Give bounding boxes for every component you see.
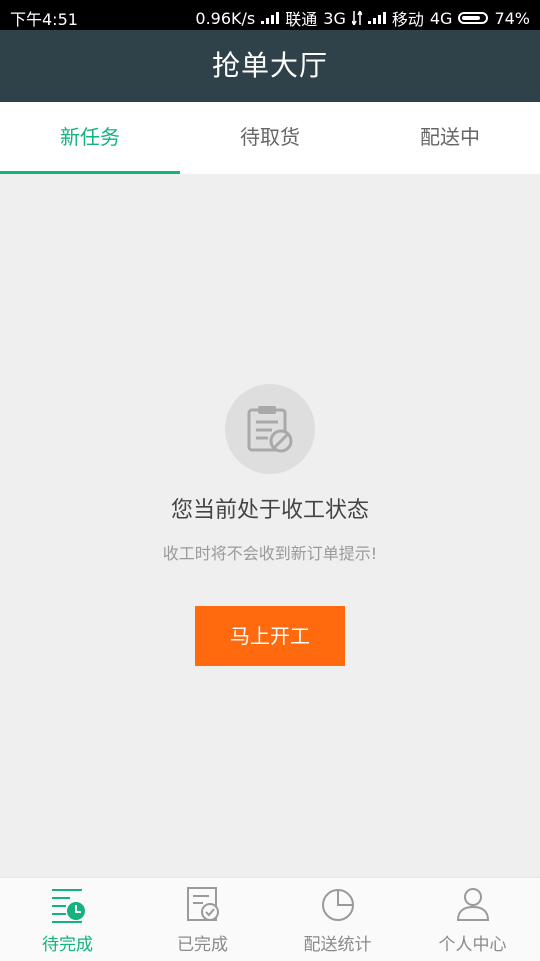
app-bar: 抢单大厅 <box>0 30 540 102</box>
status-time: 下午4:51 <box>10 10 78 29</box>
page-title: 抢单大厅 <box>211 49 328 82</box>
tab-label: 新任务 <box>60 125 120 149</box>
nav-delivery-stats[interactable]: 配送统计 <box>270 878 405 961</box>
tab-delivering[interactable]: 配送中 <box>360 102 540 174</box>
empty-state-subtitle: 收工时将不会收到新订单提示! <box>162 544 378 563</box>
network-speed: 0.96K/s <box>195 8 256 28</box>
tab-awaiting-pickup[interactable]: 待取货 <box>180 102 360 174</box>
nav-pending[interactable]: 待完成 <box>0 878 135 961</box>
user-icon <box>456 888 489 921</box>
signal-bars-icon <box>367 12 386 24</box>
carrier-1: 联通 <box>285 10 318 29</box>
pie-chart-icon <box>321 889 354 921</box>
pending-list-icon <box>51 889 85 923</box>
battery-icon <box>458 12 489 24</box>
network-type-2: 4G <box>429 8 453 28</box>
nav-profile[interactable]: 个人中心 <box>405 878 540 961</box>
bottom-nav: 待完成 已完成 配送统计 个人中心 <box>0 877 540 961</box>
nav-label: 待完成 <box>42 935 93 955</box>
tab-label: 配送中 <box>420 125 480 149</box>
empty-state: 您当前处于收工状态 收工时将不会收到新订单提示! 马上开工 <box>0 174 540 877</box>
status-right: 0.96K/s 联通 3G 移动 4G 74% <box>195 6 530 30</box>
completed-doc-icon <box>186 887 219 921</box>
tab-bar: 新任务 待取货 配送中 <box>0 102 540 174</box>
nav-label: 个人中心 <box>438 935 507 955</box>
nav-label: 已完成 <box>177 935 228 955</box>
battery-level: 74% <box>494 8 530 28</box>
nav-completed[interactable]: 已完成 <box>135 878 270 961</box>
clipboard-disabled-icon <box>225 384 315 474</box>
carrier-2: 移动 <box>391 10 424 29</box>
signal-bars-icon <box>261 12 280 24</box>
tab-label: 待取货 <box>240 125 300 149</box>
empty-state-title: 您当前处于收工状态 <box>170 498 369 523</box>
start-work-button[interactable]: 马上开工 <box>195 606 345 666</box>
tab-new-tasks[interactable]: 新任务 <box>0 102 180 174</box>
data-transfer-icon <box>351 11 362 25</box>
nav-label: 配送统计 <box>303 935 372 955</box>
network-type-1: 3G <box>323 8 346 28</box>
status-bar: 下午4:51 0.96K/s 联通 3G 移动 4G 74% <box>0 0 540 30</box>
